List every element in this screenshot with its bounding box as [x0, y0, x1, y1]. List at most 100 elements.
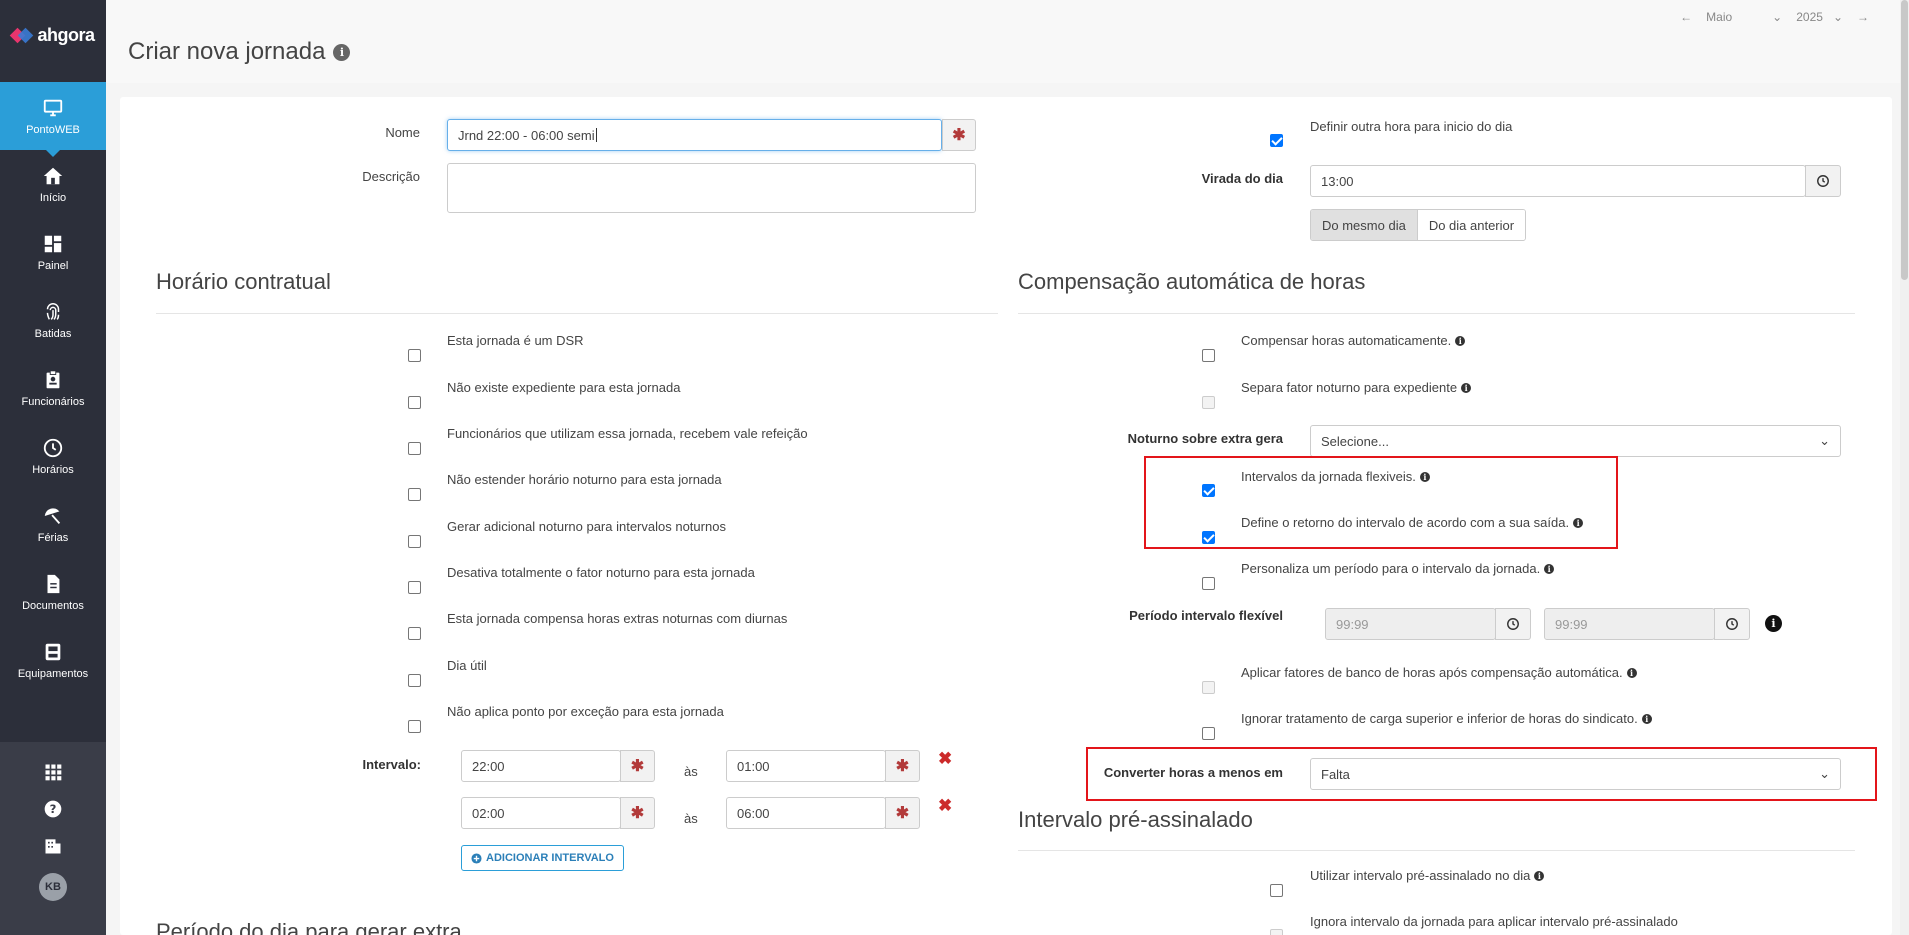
arrow-right-icon[interactable]: →	[1857, 10, 1869, 24]
intervalo-1-end-value: 01:00	[737, 758, 770, 774]
arrow-left-icon[interactable]: ←	[1680, 10, 1692, 24]
intervalo-1-start-input[interactable]: 22:00	[461, 750, 621, 782]
scrollbar-thumb[interactable]	[1901, 0, 1908, 280]
sidebar-item-label: Equipamentos	[17, 667, 89, 680]
remove-intervalo-2-icon[interactable]: ✖	[938, 796, 952, 816]
remove-intervalo-1-icon[interactable]: ✖	[938, 749, 952, 769]
nome-input[interactable]: Jrnd 22:00 - 06:00 semi	[447, 119, 942, 151]
sidebar-item-label: Documentos	[22, 599, 84, 612]
adicional-noturno-checkbox[interactable]	[408, 535, 421, 548]
month-select[interactable]: Maio ⌄	[1706, 10, 1782, 24]
dia-util-checkbox[interactable]	[408, 674, 421, 687]
sidebar-item-label: Férias	[37, 531, 69, 544]
intervalo-1-start-value: 22:00	[472, 758, 505, 774]
personaliza-periodo-text: Personaliza um período para o intervalo …	[1241, 561, 1541, 576]
periodo-extra-title: Período do dia para gerar extra	[156, 919, 462, 935]
nao-estender-noturno-label: Não estender horário noturno para esta j…	[447, 472, 722, 487]
info-icon[interactable]: i	[1534, 870, 1545, 881]
help-icon[interactable]: ?	[43, 799, 63, 819]
sidebar-item-ferias[interactable]: Férias	[0, 490, 106, 558]
info-icon[interactable]: i	[333, 43, 351, 61]
sidebar-item-inicio[interactable]: Início	[0, 150, 106, 218]
descricao-label: Descrição	[362, 169, 420, 184]
ignora-intervalo-checkbox[interactable]	[1270, 929, 1283, 935]
clock-icon	[1817, 175, 1829, 187]
sidebar-item-label: Funcionários	[21, 395, 85, 408]
sidebar-item-equipamentos[interactable]: Equipamentos	[0, 626, 106, 694]
compensa-noturnas-checkbox[interactable]	[408, 627, 421, 640]
info-icon[interactable]: i	[1765, 615, 1782, 632]
clock-icon	[1726, 618, 1738, 630]
dsr-checkbox[interactable]	[408, 349, 421, 362]
year-value: 2025	[1796, 10, 1823, 24]
sidebar-item-painel[interactable]: Painel	[0, 218, 106, 286]
sidebar-item-label: PontoWEB	[26, 123, 80, 136]
sidebar-item-label: Início	[39, 191, 67, 204]
aplicar-fatores-checkbox[interactable]	[1202, 681, 1215, 694]
apps-grid-icon[interactable]	[43, 762, 63, 782]
utilizar-pre-assinalado-checkbox[interactable]	[1270, 884, 1283, 897]
compensar-horas-label: Compensar horas automaticamente. i	[1241, 333, 1466, 348]
scrollbar[interactable]	[1900, 0, 1909, 935]
logo-text: ahgora	[37, 24, 95, 45]
chevron-down-icon: ⌄	[1832, 10, 1843, 24]
periodo-start-value: 99:99	[1336, 616, 1369, 632]
sidebar-item-documentos[interactable]: Documentos	[0, 558, 106, 626]
info-icon[interactable]: i	[1544, 563, 1555, 574]
noturno-extra-select[interactable]: Selecione... ⌄	[1310, 425, 1841, 457]
divider	[1018, 850, 1855, 851]
definir-hora-checkbox[interactable]	[1270, 134, 1283, 147]
periodo-start-input[interactable]: 99:99	[1325, 608, 1496, 640]
vale-refeicao-checkbox[interactable]	[408, 442, 421, 455]
ponto-excecao-checkbox[interactable]	[408, 720, 421, 733]
do-dia-anterior-button[interactable]: Do dia anterior	[1416, 210, 1526, 240]
definir-hora-label: Definir outra hora para inicio do dia	[1310, 119, 1513, 134]
company-icon[interactable]	[43, 836, 63, 856]
separa-fator-noturno-label: Separa fator noturno para expediente i	[1241, 380, 1472, 395]
sidebar-item-batidas[interactable]: Batidas	[0, 286, 106, 354]
personaliza-periodo-checkbox[interactable]	[1202, 577, 1215, 590]
year-select[interactable]: 2025 ⌄	[1796, 10, 1843, 24]
desativa-fator-noturno-checkbox[interactable]	[408, 581, 421, 594]
sidebar-item-label: Batidas	[34, 327, 72, 340]
sidebar-item-label: Horários	[32, 463, 74, 476]
chevron-down-icon: ⌄	[1819, 433, 1830, 448]
aplicar-fatores-label: Aplicar fatores de banco de horas após c…	[1241, 665, 1637, 680]
sem-expediente-checkbox[interactable]	[408, 396, 421, 409]
clock-icon	[43, 438, 63, 457]
info-icon[interactable]: i	[1626, 667, 1637, 678]
intervalo-2-end-input[interactable]: 06:00	[726, 797, 886, 829]
form-card: Nome Jrnd 22:00 - 06:00 semi ✱ Descrição…	[120, 97, 1892, 935]
adicionar-intervalo-button[interactable]: ADICIONAR INTERVALO	[461, 845, 624, 871]
periodo-end-input[interactable]: 99:99	[1544, 608, 1715, 640]
required-asterisk-icon: ✱	[895, 758, 910, 775]
periodo-end-clock-button[interactable]	[1714, 608, 1750, 640]
intervalo-1-end-input[interactable]: 01:00	[726, 750, 886, 782]
sidebar-item-funcionarios[interactable]: Funcionários	[0, 354, 106, 422]
page-title-text: Criar nova jornada	[128, 38, 326, 65]
do-mesmo-dia-button[interactable]: Do mesmo dia	[1311, 210, 1417, 240]
required-asterisk-icon: ✱	[630, 758, 645, 775]
home-icon	[43, 167, 63, 184]
avatar[interactable]: KB	[39, 873, 67, 901]
info-icon[interactable]: i	[1461, 382, 1472, 393]
virada-input[interactable]: 13:00	[1310, 165, 1806, 197]
info-icon[interactable]: i	[1455, 335, 1466, 346]
separa-fator-noturno-checkbox[interactable]	[1202, 396, 1215, 409]
page-title: Criar nova jornada i	[128, 38, 351, 66]
intervalo-2-start-value: 02:00	[472, 805, 505, 821]
ignorar-carga-checkbox[interactable]	[1202, 727, 1215, 740]
sidebar-item-horarios[interactable]: Horários	[0, 422, 106, 490]
svg-text:?: ?	[50, 802, 57, 816]
highlight-box	[1144, 456, 1618, 549]
compensar-horas-checkbox[interactable]	[1202, 349, 1215, 362]
divider	[156, 313, 998, 314]
logo[interactable]: ahgora	[0, 0, 106, 70]
info-icon[interactable]: i	[1641, 713, 1652, 724]
periodo-start-clock-button[interactable]	[1495, 608, 1531, 640]
sidebar-item-pontoweb[interactable]: PontoWEB	[0, 82, 106, 157]
descricao-textarea[interactable]	[447, 163, 976, 213]
intervalo-2-start-input[interactable]: 02:00	[461, 797, 621, 829]
virada-clock-button[interactable]	[1805, 165, 1841, 197]
nao-estender-noturno-checkbox[interactable]	[408, 488, 421, 501]
